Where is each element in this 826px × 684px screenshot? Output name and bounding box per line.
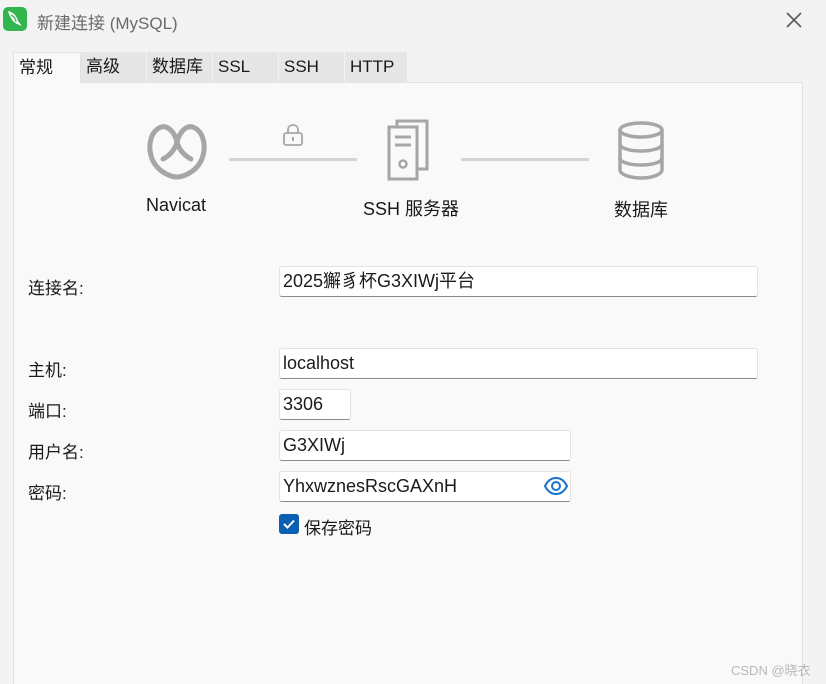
tab-advanced[interactable]: 高级 — [81, 52, 147, 82]
host-label: 主机: — [28, 361, 67, 380]
connection-name-field[interactable]: 2025獬豸杯G3XIWj平台 — [279, 266, 758, 297]
save-password-label[interactable]: 保存密码 — [304, 514, 372, 539]
save-password-checkbox[interactable] — [279, 514, 299, 534]
host-field[interactable]: localhost — [279, 348, 758, 379]
link-line-right — [461, 158, 589, 161]
username-field[interactable]: G3XIWj — [279, 430, 571, 461]
watermark: CSDN @晓衣 — [731, 663, 811, 678]
tab-general[interactable]: 常规 — [13, 52, 81, 83]
client-label: Navicat — [146, 195, 207, 215]
password-field[interactable]: YhxwznesRscGAXnH — [279, 471, 571, 502]
title-bar: 新建连接 (MySQL) — [0, 0, 826, 40]
port-label: 端口: — [28, 402, 67, 421]
server-label: SSH 服务器 — [363, 199, 460, 219]
password-label: 密码: — [28, 484, 67, 503]
port-field[interactable]: 3306 — [279, 389, 351, 420]
tab-databases[interactable]: 数据库 — [147, 52, 213, 82]
username-label: 用户名: — [28, 443, 84, 462]
server-icon — [387, 119, 431, 181]
database-label: 数据库 — [614, 200, 668, 220]
tab-ssh[interactable]: SSH — [279, 52, 345, 82]
link-line-left — [229, 158, 357, 161]
close-icon[interactable] — [780, 6, 808, 34]
eye-icon[interactable] — [543, 474, 569, 498]
tab-http[interactable]: HTTP — [345, 52, 408, 82]
window-title: 新建连接 (MySQL) — [37, 14, 178, 33]
database-icon — [616, 120, 666, 182]
connection-dialog: 新建连接 (MySQL) 常规 高级 数据库 SSL SSH HTTP Navi… — [0, 0, 826, 684]
connection-name-label: 连接名: — [28, 279, 84, 298]
lock-icon — [281, 122, 305, 146]
tab-ssl[interactable]: SSL — [213, 52, 279, 82]
navicat-dolphin-icon — [3, 7, 27, 31]
navicat-logo-icon — [144, 120, 210, 182]
